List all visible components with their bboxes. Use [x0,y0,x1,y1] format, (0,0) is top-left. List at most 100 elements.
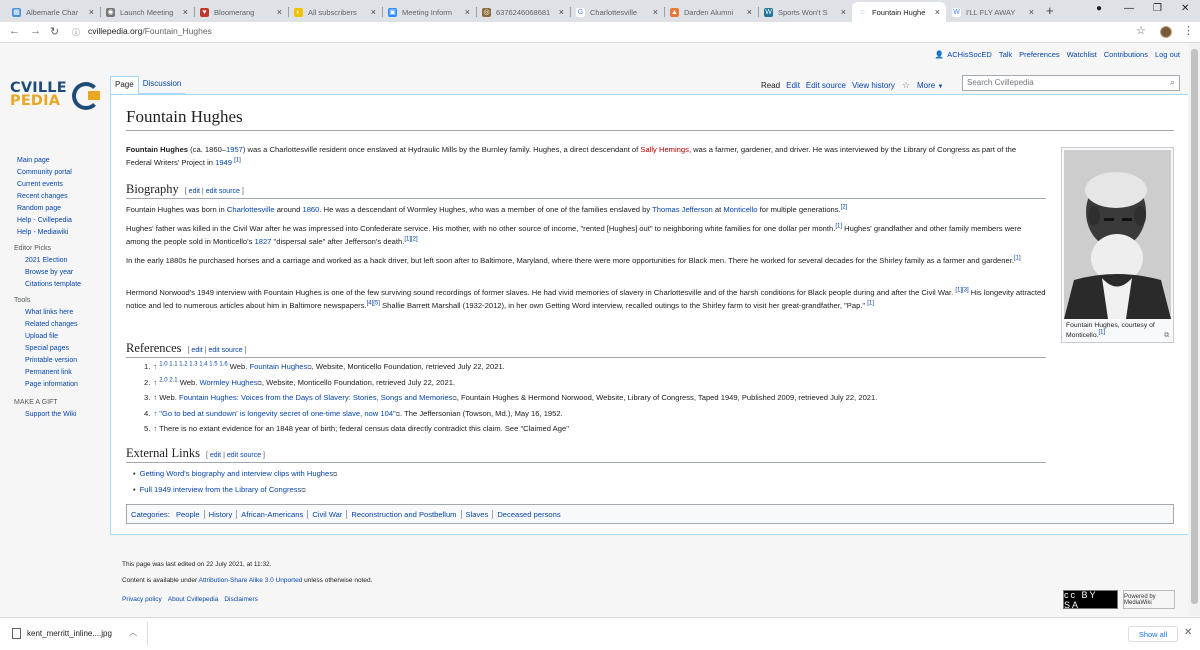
category-link[interactable]: Slaves [460,509,493,519]
ref-link[interactable]: [1] [234,157,241,163]
sidebar-item[interactable]: 2021 Election [25,255,108,267]
url-field[interactable]: cvillepedia.org/Fountain_Hughes [88,26,212,36]
edit-source-link[interactable]: edit source [227,452,261,459]
tab-edit[interactable]: Edit [783,78,803,93]
sidebar-item[interactable]: Permanent link [25,367,108,379]
sidebar-item[interactable]: What links here [25,307,108,319]
categories-label[interactable]: Categories [131,510,168,519]
browser-tab[interactable]: ▲ Darden Alumni × [664,2,758,22]
sidebar-item[interactable]: Citations template [25,279,108,291]
mediawiki-badge[interactable]: Powered by MediaWiki [1123,590,1175,609]
cc-license-badge[interactable]: cc BY SA [1063,590,1118,610]
tab-page[interactable]: Page [110,76,139,94]
sidebar-item[interactable]: Support the Wiki [25,409,108,421]
browser-tab[interactable]: ▦ Albemarle Char × [6,2,100,22]
sidebar-item[interactable]: Related changes [25,319,108,331]
browser-tab[interactable]: W Sports Won't S × [758,2,852,22]
reference-link[interactable]: Fountain Hughes [249,362,307,371]
tab-discussion[interactable]: Discussion [138,76,186,94]
footer-about-link[interactable]: About Cvillepedia [168,592,219,608]
tab-close-icon[interactable]: × [747,7,752,17]
edit-source-link[interactable]: edit source [206,188,240,195]
chevron-up-icon[interactable]: ︿ [129,627,137,638]
show-all-button[interactable]: Show all [1128,626,1178,642]
tab-close-icon[interactable]: × [841,7,846,17]
personal-watchlist[interactable]: Watchlist [1067,50,1097,59]
link-sally-hemings[interactable]: Sally Hemings [640,145,689,154]
category-link[interactable]: Reconstruction and Postbellum [346,509,460,519]
reload-button[interactable]: ↻ [50,25,59,38]
sidebar-item[interactable]: Help - Mediawiki [17,227,108,239]
reference-link[interactable]: Fountain Hughes: Voices from the Days of… [179,393,453,402]
link-1949[interactable]: 1949 [215,158,232,167]
link-1860[interactable]: 1860 [302,205,319,214]
sidebar-item[interactable]: Upload file [25,331,108,343]
edit-link[interactable]: edit [189,188,200,195]
personal-user[interactable]: ACHisSocED [947,50,992,59]
category-link[interactable]: History [203,509,237,519]
category-link[interactable]: African-Americans [236,509,307,519]
ref-link[interactable]: [1] [835,223,842,229]
category-link[interactable]: People [172,510,204,519]
sidebar-item[interactable]: Recent changes [17,191,108,203]
tab-close-icon[interactable]: × [653,7,658,17]
watch-star-icon[interactable]: ☆ [902,80,910,91]
browser-tab[interactable]: ▣ Meeting Inform × [382,2,476,22]
sidebar-item[interactable]: Main page [17,155,108,167]
tab-close-icon[interactable]: × [183,7,188,17]
edit-link[interactable]: edit [210,452,221,459]
tab-close-icon[interactable]: × [89,7,94,17]
browser-tab[interactable]: G Charlottesville × [570,2,664,22]
personal-logout[interactable]: Log out [1155,50,1180,59]
ref-link[interactable]: [1] [1014,255,1021,261]
browser-tab[interactable]: ◌ Fountain Hughe × [852,2,946,22]
sidebar-item[interactable]: Printable version [25,355,108,367]
link-thomas-jefferson[interactable]: Thomas Jefferson [652,205,713,214]
download-item[interactable]: kent_merritt_inline....jpg [12,628,112,639]
browser-tab[interactable]: ♥ Bloomerang × [194,2,288,22]
profile-menu-icon[interactable]: ● [1096,3,1102,14]
scrollbar-thumb[interactable] [1191,49,1198,604]
ref-link[interactable]: [1] [1099,330,1106,336]
personal-preferences[interactable]: Preferences [1019,50,1059,59]
browser-tab[interactable]: ◎ 6376246068681 × [476,2,570,22]
link-charlottesville[interactable]: Charlottesville [227,205,275,214]
personal-contributions[interactable]: Contributions [1104,50,1148,59]
external-link[interactable]: Getting Word's biography and interview c… [140,469,333,478]
tab-close-icon[interactable]: × [277,7,282,17]
reference-backlinks[interactable]: 1.0 1.1 1.2 1.3 1.4 1.5 1.6 [159,361,227,367]
tab-edit-source[interactable]: Edit source [803,78,849,93]
browser-tab[interactable]: ◐ All subscribers × [288,2,382,22]
reference-link[interactable]: Wormley Hughes [199,378,257,387]
tab-close-icon[interactable]: × [1029,7,1034,17]
close-icon[interactable]: ✕ [1184,627,1192,638]
tab-close-icon[interactable]: × [465,7,470,17]
link-1957[interactable]: 1957 [226,145,243,154]
sidebar-item[interactable]: Random page [17,203,108,215]
personal-talk[interactable]: Talk [999,50,1012,59]
enlarge-icon[interactable]: ⧉ [1164,331,1169,341]
browser-menu-icon[interactable]: ⋮ [1183,24,1194,37]
sidebar-item[interactable]: Browse by year [25,267,108,279]
sidebar-item[interactable]: Special pages [25,343,108,355]
bookmark-star-icon[interactable]: ☆ [1136,24,1146,37]
ref-link[interactable]: [2] [841,204,848,210]
new-tab-button[interactable]: + [1046,3,1054,18]
edit-link[interactable]: edit [191,347,202,354]
link-monticello[interactable]: Monticello [723,205,757,214]
site-logo[interactable]: CVILLE PEDIA [10,81,100,112]
reference-link[interactable]: "Go to bed at sundown' is longevity secr… [159,409,395,418]
link-1827[interactable]: 1827 [255,237,272,246]
sidebar-item[interactable]: Help - Cvillepedia [17,215,108,227]
reference-backlinks[interactable]: 2.0 2.1 [159,377,177,383]
category-link[interactable]: Civil War [307,509,346,519]
search-icon[interactable]: ⌕ [1170,77,1175,88]
back-button[interactable]: ← [9,25,20,37]
ref-link[interactable]: [4][5] [367,300,380,306]
browser-tab[interactable]: ◉ Launch Meeting × [100,2,194,22]
avatar[interactable] [1160,26,1172,38]
browser-tab[interactable]: W I'LL FLY AWAY × [946,2,1040,22]
tab-read[interactable]: Read [758,78,783,93]
close-window-button[interactable]: ✕ [1181,3,1189,14]
footer-privacy-link[interactable]: Privacy policy [122,592,162,608]
